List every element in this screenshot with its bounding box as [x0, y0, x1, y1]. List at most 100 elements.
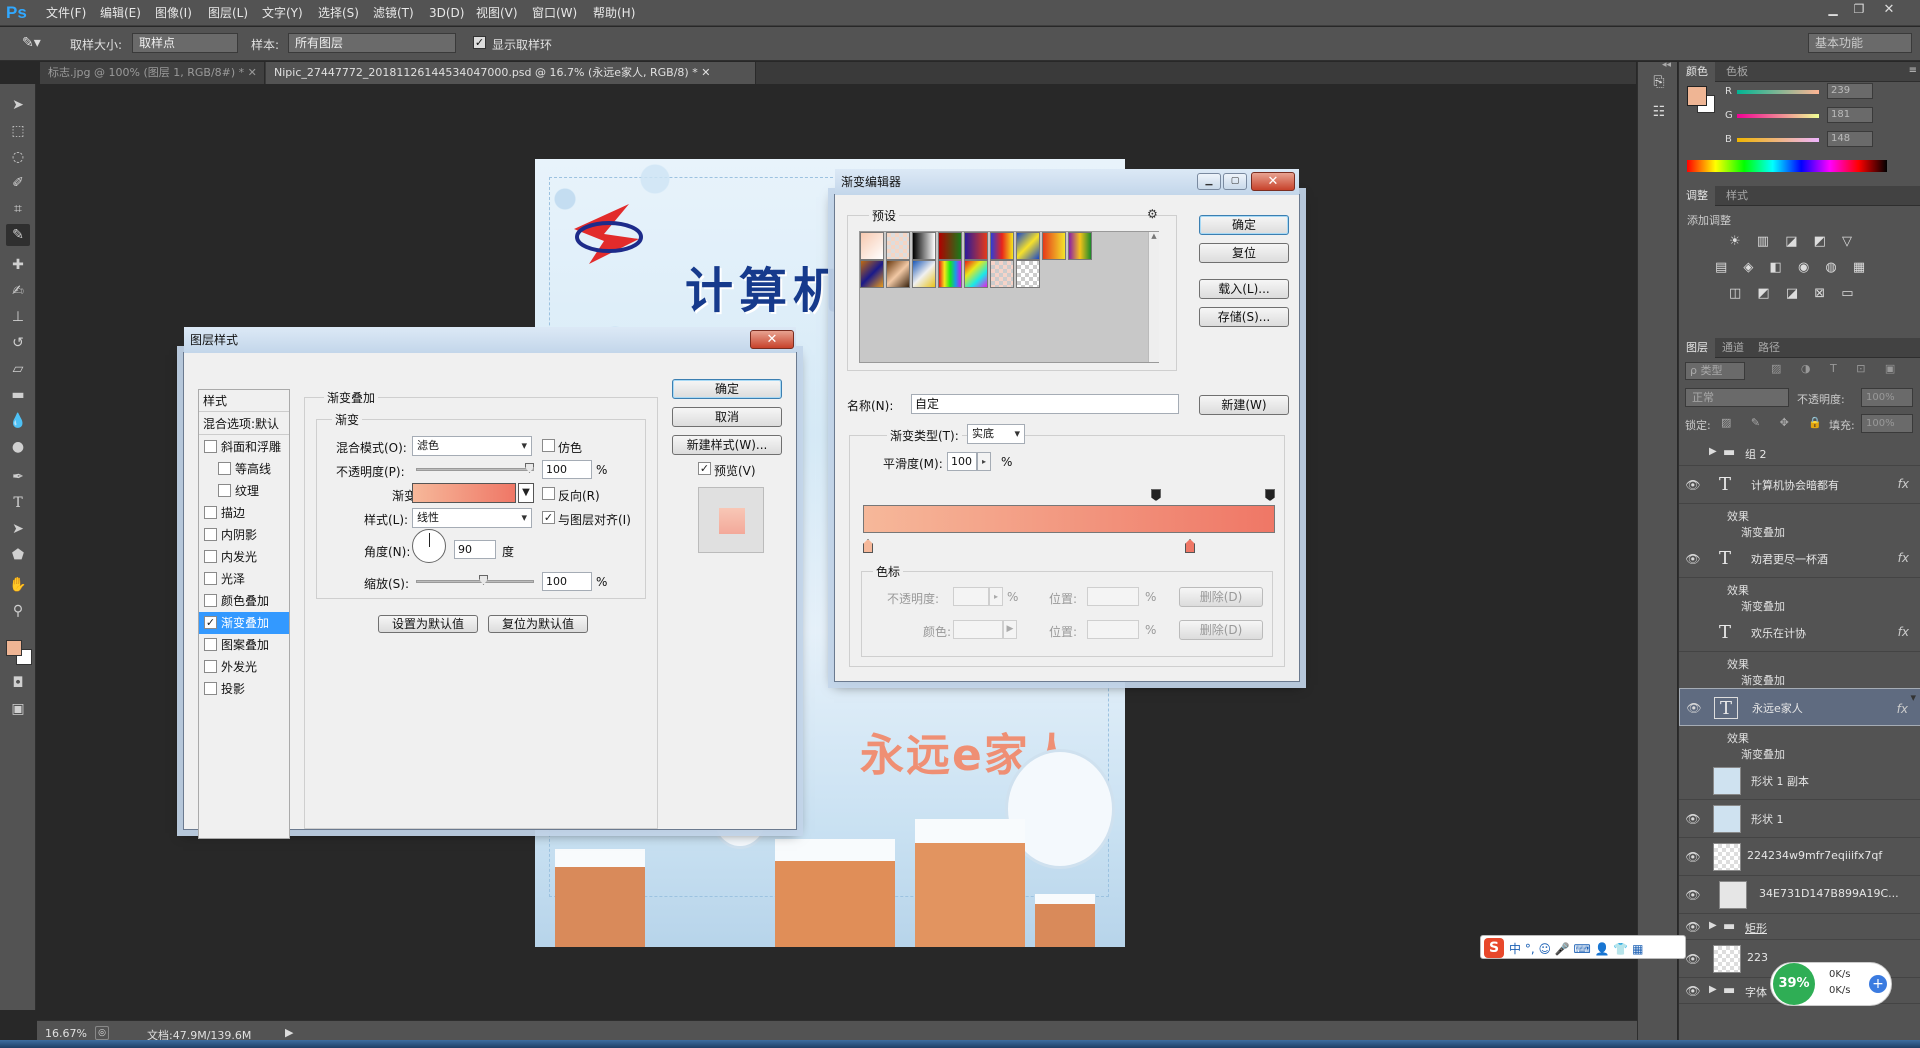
- ime-status-icons[interactable]: 中 °, ☺ 🎤 ⌨ 👤 👕 ▦: [1509, 940, 1644, 957]
- checkbox[interactable]: [204, 660, 217, 673]
- workspace-select[interactable]: 基本功能: [1808, 33, 1912, 53]
- minimize-icon[interactable]: ▁: [1197, 173, 1221, 190]
- brush-tool-icon[interactable]: ✍: [6, 280, 30, 302]
- gradient-preset-swatch[interactable]: [964, 260, 988, 288]
- save-button[interactable]: 存储(S)...: [1199, 307, 1289, 327]
- checkbox[interactable]: [204, 682, 217, 695]
- expand-arrow-icon[interactable]: ▶: [1709, 920, 1717, 931]
- menu-help[interactable]: 帮助(H): [593, 0, 635, 26]
- history-brush-tool-icon[interactable]: ↺: [6, 332, 30, 354]
- stop-color-arrow-icon[interactable]: ▶: [1003, 620, 1017, 639]
- checkbox[interactable]: [204, 440, 217, 453]
- stop-opacity-input[interactable]: [953, 587, 989, 606]
- presets-scrollbar[interactable]: ▲: [1148, 232, 1159, 362]
- effect-gradient-overlay[interactable]: 渐变叠加: [1741, 746, 1785, 762]
- expand-arrow-icon[interactable]: ▶: [1709, 446, 1717, 457]
- layer-row[interactable]: ▶ ▬ 组 2: [1679, 440, 1920, 466]
- visibility-toggle[interactable]: [1685, 625, 1701, 641]
- menu-file[interactable]: 文件(F): [46, 0, 86, 26]
- zoom-tool-icon[interactable]: ⚲: [6, 600, 30, 622]
- tab-paths[interactable]: 路径: [1751, 338, 1787, 358]
- smoothness-input[interactable]: 100: [947, 452, 977, 471]
- tab-logo-jpg[interactable]: 标志.jpg @ 100% (图层 1, RGB/8#) * ✕: [40, 62, 265, 84]
- style-item-inner-shadow[interactable]: 内阴影: [199, 524, 289, 546]
- gradient-dropdown-arrow-icon[interactable]: ▼: [518, 483, 534, 503]
- layer-row[interactable]: 👁 T 计算机协会暗都有 fx: [1679, 466, 1920, 504]
- effect-gradient-overlay[interactable]: 渐变叠加: [1741, 672, 1785, 688]
- restore-window-button[interactable]: ❐: [1848, 2, 1870, 18]
- menu-edit[interactable]: 编辑(E): [100, 0, 141, 26]
- menu-layer[interactable]: 图层(L): [208, 0, 248, 26]
- adjustment-icons-row-1[interactable]: ☀ ▥ ◪ ◩ ▽: [1729, 234, 1858, 249]
- channel-r-value[interactable]: 239: [1827, 83, 1873, 99]
- reset-button[interactable]: 复位: [1199, 243, 1289, 263]
- checkbox[interactable]: [204, 550, 217, 563]
- eye-icon[interactable]: 👁: [1685, 551, 1701, 567]
- visibility-toggle[interactable]: [1685, 445, 1701, 461]
- sample-size-select[interactable]: 取样点: [132, 33, 238, 53]
- delete-color-stop-button[interactable]: 删除(D): [1179, 620, 1263, 640]
- clone-stamp-tool-icon[interactable]: ⊥: [6, 306, 30, 328]
- screen-mode-icon[interactable]: ▣: [6, 698, 30, 720]
- ps-logo[interactable]: Ps: [6, 0, 27, 26]
- gradient-preset-swatch[interactable]: [964, 232, 988, 260]
- layer-row[interactable]: T 欢乐在计协 fx: [1679, 614, 1920, 652]
- style-item-gradient-overlay[interactable]: ✓ 渐变叠加: [199, 612, 289, 634]
- pen-tool-icon[interactable]: ✒: [6, 466, 30, 488]
- dither-checkbox[interactable]: [542, 439, 555, 452]
- menu-filter[interactable]: 滤镜(T): [373, 0, 414, 26]
- reverse-checkbox[interactable]: [542, 487, 555, 500]
- layer-row[interactable]: 👁 224234w9mfr7eqiiifx7qf: [1679, 838, 1920, 876]
- styles-header[interactable]: 样式: [199, 390, 289, 412]
- path-select-tool-icon[interactable]: ➤: [6, 518, 30, 540]
- load-button[interactable]: 载入(L)...: [1199, 279, 1289, 299]
- channel-b-slider[interactable]: [1737, 138, 1819, 142]
- eye-icon[interactable]: 👁: [1685, 477, 1701, 493]
- opacity-input[interactable]: 100: [542, 460, 592, 479]
- menu-image[interactable]: 图像(I): [155, 0, 192, 26]
- tab-channels[interactable]: 通道: [1715, 338, 1751, 358]
- fill-input[interactable]: 100%: [1861, 414, 1913, 433]
- presets-gear-icon[interactable]: ⚙: [1147, 207, 1158, 221]
- gradient-preset-swatch[interactable]: [1016, 260, 1040, 288]
- eye-icon[interactable]: 👁: [1685, 951, 1701, 967]
- maximize-icon[interactable]: ▢: [1223, 173, 1247, 190]
- eye-icon[interactable]: 👁: [1685, 919, 1701, 935]
- layer-row[interactable]: 形状 1 副本: [1679, 762, 1920, 800]
- blend-mode-select[interactable]: 滤色: [412, 436, 532, 456]
- eyedropper-tool-icon[interactable]: ✎: [6, 224, 30, 246]
- crop-tool-icon[interactable]: ⌗: [6, 198, 30, 220]
- blend-mode-select[interactable]: 正常: [1685, 388, 1789, 407]
- scale-slider[interactable]: [416, 575, 534, 585]
- marquee-tool-icon[interactable]: ⬚: [6, 120, 30, 142]
- channel-r-slider[interactable]: [1737, 90, 1819, 94]
- collapse-icon[interactable]: ◂◂: [1662, 60, 1671, 70]
- menu-view[interactable]: 视图(V): [476, 0, 518, 26]
- name-input[interactable]: 自定: [911, 394, 1179, 414]
- gradient-preset-swatch[interactable]: [1016, 232, 1040, 260]
- scale-input[interactable]: 100: [542, 572, 592, 591]
- preview-checkbox[interactable]: ✓: [698, 462, 711, 475]
- layer-row[interactable]: 👁 形状 1: [1679, 800, 1920, 838]
- foreground-color-swatch[interactable]: [6, 640, 22, 656]
- visibility-toggle[interactable]: [1685, 773, 1701, 789]
- history-panel-icon[interactable]: ⎘: [1648, 74, 1670, 94]
- menu-window[interactable]: 窗口(W): [532, 0, 577, 26]
- hand-tool-icon[interactable]: ✋: [6, 574, 30, 596]
- layer-row-selected[interactable]: 👁 T 永远e家人 fx: [1679, 688, 1920, 726]
- fx-icon[interactable]: fx: [1898, 477, 1909, 491]
- gradient-preset-swatch[interactable]: [990, 260, 1014, 288]
- close-window-button[interactable]: ✕: [1874, 2, 1904, 18]
- layer-filter-select[interactable]: ρ 类型: [1685, 362, 1745, 380]
- add-icon[interactable]: +: [1869, 975, 1887, 993]
- gradient-preset-swatch[interactable]: [938, 260, 962, 288]
- network-percent-badge[interactable]: 39%: [1773, 963, 1815, 1005]
- style-item-outer-glow[interactable]: 外发光: [199, 656, 289, 678]
- checkbox-checked[interactable]: ✓: [204, 616, 217, 629]
- menu-3d[interactable]: 3D(D): [429, 0, 464, 26]
- dialog-close-button[interactable]: ✕: [750, 330, 794, 349]
- layer-filter-icons[interactable]: ▨ ◑ T ⊡ ▣: [1771, 362, 1903, 375]
- zoom-level[interactable]: 16.67%: [45, 1027, 87, 1040]
- channel-g-value[interactable]: 181: [1827, 107, 1873, 123]
- effect-gradient-overlay[interactable]: 渐变叠加: [1741, 598, 1785, 614]
